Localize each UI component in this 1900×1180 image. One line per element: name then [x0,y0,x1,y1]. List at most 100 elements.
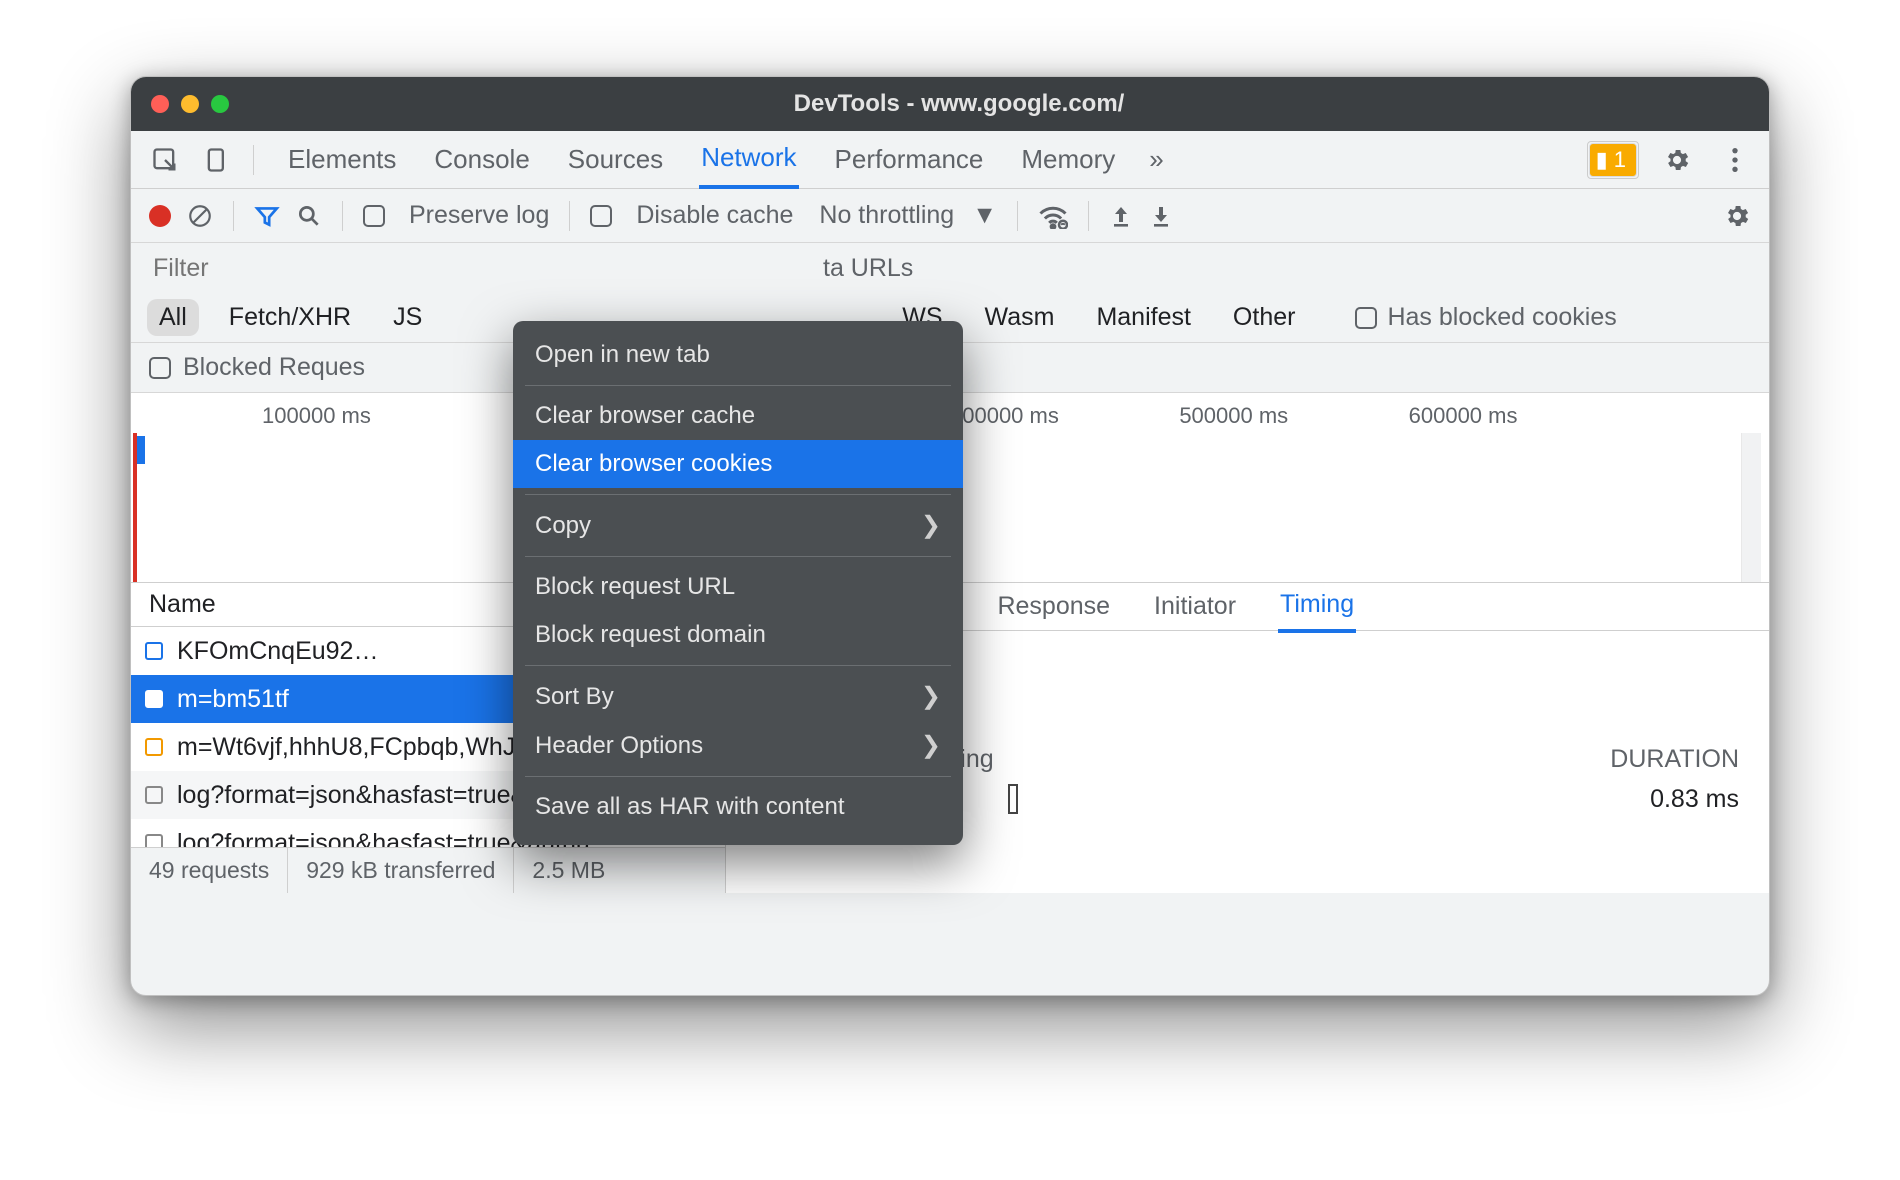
divider [253,145,254,175]
inspect-icon[interactable] [145,140,185,180]
context-menu-item[interactable]: Block request URL [513,563,963,611]
clear-icon[interactable] [187,203,213,229]
divider [1088,201,1089,231]
blocked-requests-checkbox[interactable] [149,357,171,379]
queueing-value: 0.83 ms [1650,785,1739,814]
timeline-tick: 100000 ms [262,403,371,429]
warnings-badge[interactable]: ▮ 1 [1587,141,1639,179]
window-close-button[interactable] [151,95,169,113]
context-menu-item-label: Sort By [535,683,614,711]
status-transferred: 929 kB transferred [288,848,514,893]
overview-selection-marker[interactable] [137,436,145,464]
divider [569,201,570,231]
export-har-icon[interactable] [1149,203,1173,229]
network-conditions-icon[interactable] [1038,203,1068,229]
context-menu-item[interactable]: Copy ❯ [513,501,963,550]
timeline-tick: 500000 ms [1179,403,1288,429]
network-settings-gear-icon[interactable] [1723,202,1751,230]
divider [342,201,343,231]
context-menu-item[interactable]: Block request domain [513,611,963,659]
filter-row: ta URLs [131,243,1769,293]
context-menu-item-label: Open in new tab [535,341,710,369]
warning-icon: ▮ [1596,147,1608,173]
request-name: m=bm51tf [177,685,289,714]
filter-toggle-icon[interactable] [254,203,280,229]
context-menu[interactable]: Open in new tab Clear browser cache Clear … [513,321,963,845]
file-type-icon [143,832,165,847]
network-toolbar: Preserve log Disable cache No throttling… [131,189,1769,243]
context-menu-separator [525,556,951,557]
throttling-value: No throttling [819,201,954,230]
overview-scrollbar[interactable] [1741,433,1761,582]
context-menu-item[interactable]: Clear browser cookies [513,440,963,488]
context-menu-item[interactable]: Save all as HAR with content [513,783,963,831]
has-blocked-cookies-checkbox[interactable] [1355,307,1377,329]
tab-elements[interactable]: Elements [286,132,398,187]
file-type-icon [143,784,165,806]
search-icon[interactable] [296,203,322,229]
tab-performance[interactable]: Performance [833,132,986,187]
file-type-icon [143,688,165,710]
traffic-lights [151,95,229,113]
detail-tab-initiator[interactable]: Initiator [1152,582,1238,631]
type-all[interactable]: All [147,299,199,336]
type-other[interactable]: Other [1221,299,1308,336]
context-menu-item-label: Clear browser cookies [535,450,772,478]
divider [1017,201,1018,231]
more-tabs-button[interactable]: » [1149,144,1163,175]
titlebar: DevTools - www.google.com/ [131,77,1769,131]
context-menu-item-label: Clear browser cache [535,402,755,430]
divider [233,201,234,231]
window-title: DevTools - www.google.com/ [229,90,1689,118]
file-type-icon [143,640,165,662]
context-menu-item-label: Block request URL [535,573,735,601]
tab-network[interactable]: Network [699,130,798,189]
settings-gear-icon[interactable] [1657,140,1697,180]
tab-memory[interactable]: Memory [1019,132,1117,187]
device-toggle-icon[interactable] [197,140,237,180]
detail-tab-response[interactable]: Response [995,582,1112,631]
data-urls-label-fragment: ta URLs [823,254,913,283]
file-type-icon [143,736,165,758]
context-menu-item[interactable]: Sort By ❯ [513,672,963,721]
type-fetchxhr[interactable]: Fetch/XHR [217,299,363,336]
import-har-icon[interactable] [1109,203,1133,229]
context-menu-separator [525,776,951,777]
window-zoom-button[interactable] [211,95,229,113]
chevron-right-icon: ❯ [921,682,941,711]
context-menu-item[interactable]: Open in new tab [513,331,963,379]
tab-console[interactable]: Console [432,132,531,187]
context-menu-item-label: Block request domain [535,621,766,649]
preserve-log-label: Preserve log [409,201,549,230]
context-menu-separator [525,665,951,666]
context-menu-item[interactable]: Header Options ❯ [513,721,963,770]
detail-tab-timing[interactable]: Timing [1278,580,1356,633]
context-menu-item[interactable]: Clear browser cache [513,392,963,440]
request-name: KFOmCnqEu92… [177,637,378,666]
blocked-requests-label: Blocked Reques [183,353,365,382]
tab-sources[interactable]: Sources [566,132,665,187]
context-menu-item-label: Header Options [535,732,703,760]
disable-cache-checkbox[interactable] [590,205,612,227]
type-wasm[interactable]: Wasm [973,299,1067,336]
timeline-tick: 600000 ms [1409,403,1518,429]
filter-input[interactable] [153,254,413,283]
window-minimize-button[interactable] [181,95,199,113]
disable-cache-label: Disable cache [636,201,793,230]
type-js[interactable]: JS [381,299,434,336]
status-request-count: 49 requests [131,848,288,893]
context-menu-separator [525,385,951,386]
preserve-log-checkbox[interactable] [363,205,385,227]
duration-header: DURATION [1610,745,1739,774]
throttling-select[interactable]: No throttling ▼ [819,201,997,230]
chevron-right-icon: ❯ [921,731,941,760]
queueing-bar [1008,784,1018,814]
kebab-menu-icon[interactable] [1715,140,1755,180]
context-menu-item-label: Copy [535,512,591,540]
type-manifest[interactable]: Manifest [1084,299,1202,336]
record-button[interactable] [149,205,171,227]
devtools-window: DevTools - www.google.com/ Elements Conso… [130,76,1770,996]
chevron-down-icon: ▼ [972,201,997,230]
main-tabstrip: Elements Console Sources Network Performance… [131,131,1769,189]
chevron-right-icon: ❯ [921,511,941,540]
